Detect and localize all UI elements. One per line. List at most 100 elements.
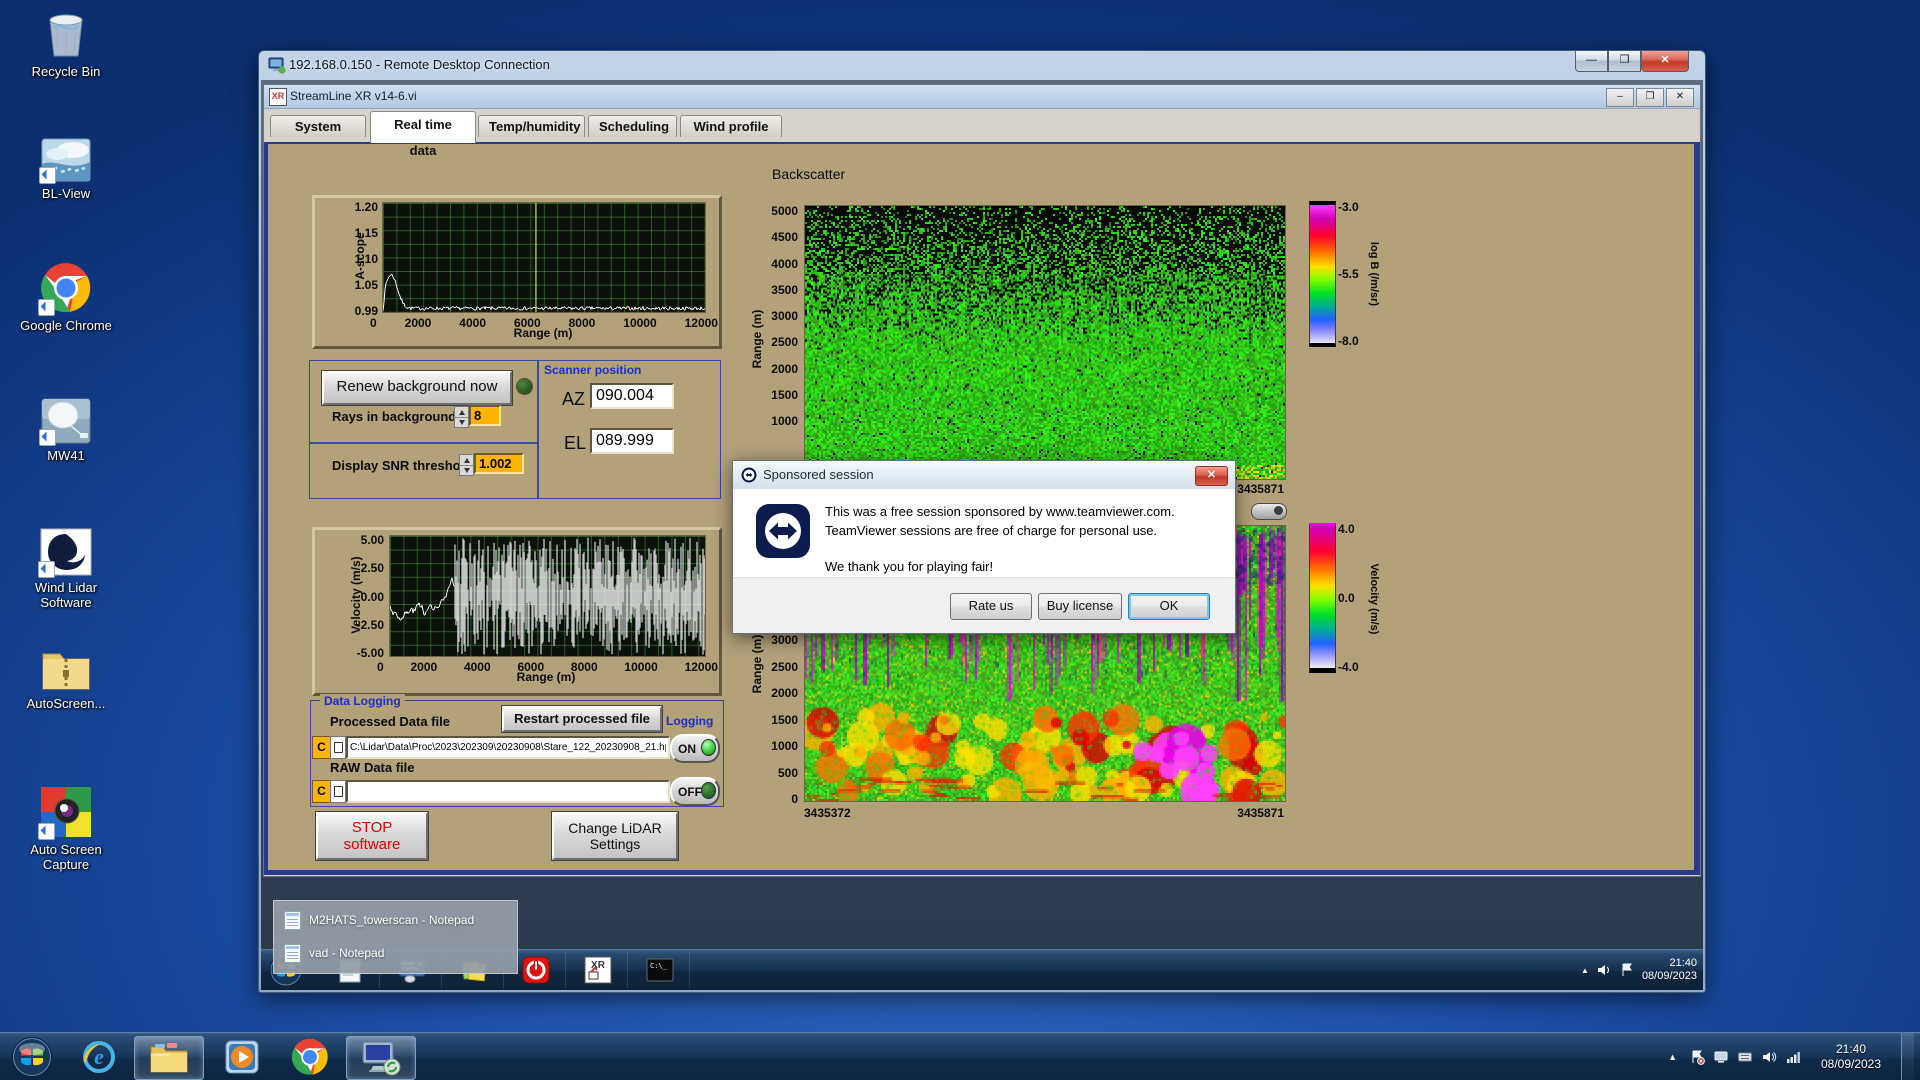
- desktop-icon-label: BL-View: [41, 186, 91, 201]
- mw41-icon: [39, 398, 91, 446]
- processed-drive-box[interactable]: C: [312, 736, 331, 759]
- vi-close-button[interactable]: ✕: [1666, 88, 1694, 107]
- dialog-close-button[interactable]: ✕: [1195, 466, 1228, 486]
- rdp-tray-icon[interactable]: [1713, 1049, 1729, 1065]
- ascope-x-axis-label: Range (m): [513, 326, 573, 340]
- stop-software-button[interactable]: STOP software: [315, 811, 429, 861]
- toggle-on-label: ON: [678, 741, 696, 756]
- backscatter-heatmap: [804, 205, 1286, 480]
- volume-icon[interactable]: [1761, 1049, 1777, 1065]
- vi-minimize-button[interactable]: –: [1606, 88, 1634, 107]
- desktop-icon-recycle-bin[interactable]: Recycle Bin: [18, 8, 114, 79]
- tab-strip: System setup Real time data Temp/humidit…: [264, 109, 1700, 158]
- desktop-icon-auto-screen-capture[interactable]: Auto Screen Capture: [18, 786, 114, 872]
- tick-label: 5000: [771, 204, 798, 218]
- keyboard-language-icon[interactable]: [1737, 1049, 1753, 1065]
- host-system-tray: ▲ 21:40 08/09/2023: [1668, 1033, 1920, 1080]
- taskbar-cmd-button[interactable]: C:\_: [631, 952, 690, 988]
- tab-system-setup[interactable]: System setup: [270, 115, 366, 155]
- teamviewer-logo: [756, 504, 810, 558]
- host-start-button[interactable]: [10, 1036, 54, 1078]
- taskbar-xr-button[interactable]: XR: [569, 952, 628, 988]
- action-center-flag-icon[interactable]: [1689, 1049, 1705, 1065]
- popup-item-vad[interactable]: vad - Notepad: [284, 943, 384, 963]
- processed-logging-toggle[interactable]: ON: [670, 734, 720, 763]
- spinner-down-icon[interactable]: [460, 465, 473, 475]
- desktop-icon-google-chrome[interactable]: Google Chrome: [18, 262, 114, 333]
- desktop-icon-autoscreen-zip[interactable]: AutoScreen...: [18, 646, 114, 711]
- host-explorer-button[interactable]: [134, 1036, 204, 1080]
- renew-background-button[interactable]: Renew background now: [321, 370, 513, 406]
- change-lidar-settings-button[interactable]: Change LiDAR Settings: [551, 811, 679, 861]
- tick-label: 500: [777, 765, 798, 780]
- toggle-off-label: OFF: [678, 784, 702, 799]
- snr-value-field[interactable]: 1.002: [474, 453, 524, 474]
- desktop-icon-bl-view[interactable]: BL-View: [18, 138, 114, 201]
- host-clock[interactable]: 21:40 08/09/2023: [1809, 1042, 1893, 1072]
- ascope-y-ticks: 1.20 1.15 1.10 1.05 0.99: [342, 201, 378, 317]
- rdp-titlebar[interactable]: 192.168.0.150 - Remote Desktop Connectio…: [259, 51, 1705, 80]
- raw-logging-toggle[interactable]: OFF: [670, 777, 720, 806]
- desktop-icon-mw41[interactable]: MW41: [18, 398, 114, 463]
- action-center-flag-icon[interactable]: [1619, 962, 1635, 978]
- tab-temp-humidity[interactable]: Temp/humidity: [478, 115, 585, 137]
- tick-label: 2.50: [360, 561, 384, 576]
- tab-scheduling[interactable]: Scheduling: [588, 115, 677, 137]
- host-wmp-button[interactable]: [216, 1036, 268, 1078]
- tick-label: 10000: [624, 660, 658, 674]
- svg-text:C:\_: C:\_: [650, 962, 668, 970]
- rays-spinner[interactable]: [454, 406, 469, 428]
- dialog-titlebar[interactable]: Sponsored session ✕: [733, 461, 1235, 490]
- host-chrome-button[interactable]: [284, 1036, 336, 1078]
- dialog-text: This was a free session sponsored by www…: [825, 502, 1175, 576]
- tick-label: 3500: [771, 282, 798, 297]
- show-desktop-button[interactable]: [1901, 1033, 1914, 1080]
- rdp-maximize-button[interactable]: ❒: [1608, 51, 1641, 72]
- renew-led-indicator: [516, 378, 533, 395]
- rdp-close-button[interactable]: ✕: [1641, 51, 1689, 72]
- el-value-field[interactable]: 089.999: [590, 428, 674, 454]
- command-prompt-icon: C:\_: [646, 958, 674, 982]
- browse-file-icon[interactable]: [330, 736, 346, 759]
- mini-toggle-switch[interactable]: [1251, 503, 1287, 520]
- tick-label: 10000: [623, 316, 657, 330]
- ok-button[interactable]: OK: [1128, 593, 1210, 620]
- streamline-titlebar[interactable]: XR StreamLine XR v14-6.vi – ❐ ✕: [264, 85, 1700, 109]
- popup-item-m2hats[interactable]: M2HATS_towerscan - Notepad: [284, 910, 474, 930]
- az-value-field[interactable]: 090.004: [590, 383, 674, 409]
- tray-chevron-icon[interactable]: ▲: [1581, 966, 1589, 975]
- desktop-icon-wind-lidar[interactable]: Wind Lidar Software: [18, 528, 114, 610]
- tab-wind-profile[interactable]: Wind profile: [680, 115, 782, 137]
- tick-label: 4500: [771, 230, 798, 245]
- vi-maximize-button[interactable]: ❐: [1636, 88, 1664, 107]
- auto-screen-capture-icon: [38, 786, 92, 840]
- snr-spinner[interactable]: [459, 454, 474, 476]
- host-ie-button[interactable]: e: [76, 1036, 122, 1078]
- remote-clock[interactable]: 21:40 08/09/2023: [1642, 957, 1697, 983]
- restart-processed-file-button[interactable]: Restart processed file: [501, 705, 663, 733]
- volume-icon[interactable]: [1596, 962, 1612, 978]
- velocity-timestamp-end: 3435871: [1237, 806, 1284, 820]
- browse-file-icon[interactable]: [330, 780, 346, 803]
- raw-path-field[interactable]: [346, 780, 670, 803]
- logging-label: Logging: [666, 714, 714, 728]
- tick-label: 2000: [771, 361, 798, 376]
- tab-real-time-data[interactable]: Real time data: [370, 111, 476, 158]
- velocity-plot: [389, 535, 706, 657]
- wind-lidar-icon: [38, 528, 92, 578]
- backscatter-title: Backscatter: [772, 166, 846, 182]
- chrome-icon: [38, 262, 92, 316]
- tray-chevron-icon[interactable]: ▲: [1668, 1052, 1677, 1062]
- raw-drive-box[interactable]: C: [312, 780, 331, 803]
- spinner-down-icon[interactable]: [455, 417, 468, 427]
- host-rdp-button[interactable]: [346, 1036, 416, 1080]
- rdp-minimize-button[interactable]: —: [1575, 51, 1608, 72]
- tick-label: 2000: [410, 660, 438, 674]
- processed-path-field[interactable]: [346, 736, 670, 759]
- remote-desktop-icon: [362, 1041, 401, 1076]
- network-icon[interactable]: [1785, 1049, 1801, 1065]
- rate-us-button[interactable]: Rate us: [950, 593, 1032, 620]
- rays-value-field[interactable]: 8: [469, 405, 501, 426]
- buy-license-button[interactable]: Buy license: [1038, 593, 1122, 620]
- raw-data-file-label: RAW Data file: [330, 760, 415, 775]
